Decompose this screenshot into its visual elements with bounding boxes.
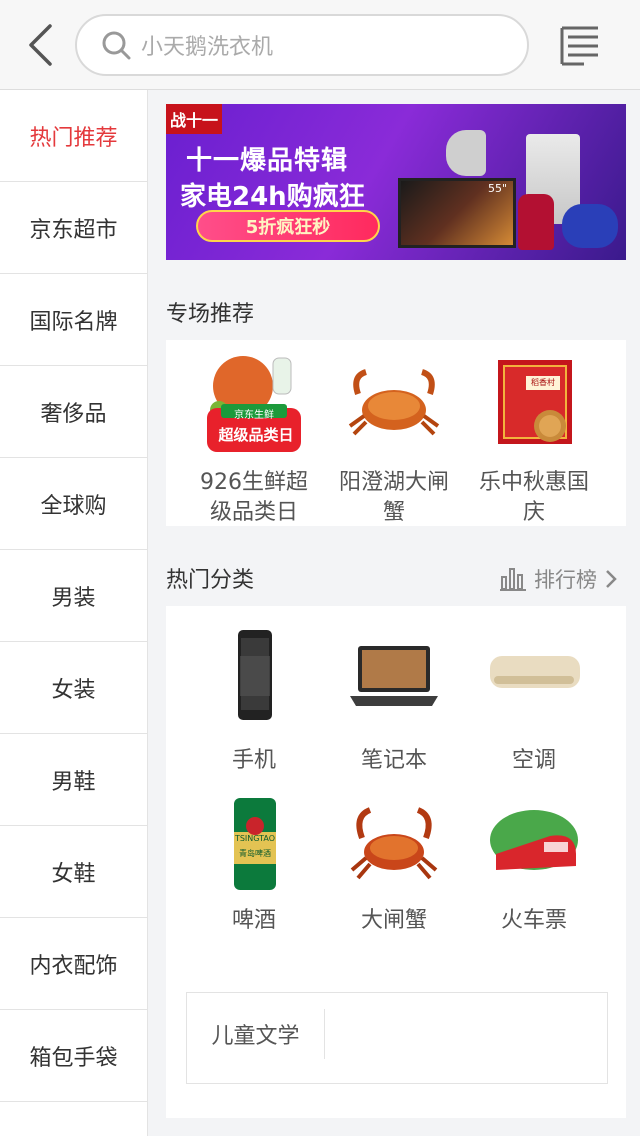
mooncake-box-icon [498,360,572,444]
sidebar-item-hot[interactable]: 热门推荐 [0,90,147,182]
special-item-mid-autumn[interactable]: 稻香村 乐中秋惠国庆 [464,354,604,528]
tag-box: 儿童文学 [186,992,608,1084]
special-item-label: 乐中秋惠国庆 [478,470,589,525]
hair-dryer-image [446,130,486,176]
laptop-thumb [344,626,444,722]
search-input[interactable]: 小天鹅洗衣机 [75,14,529,76]
sidebar-item-womenswear[interactable]: 女装 [0,642,147,734]
phone-thumb [204,626,304,722]
laptop-icon [350,646,438,706]
train-thumb [484,796,584,892]
sidebar-item-womens-shoes[interactable]: 女鞋 [0,826,147,918]
beer-thumb: TSINGTAO 青岛啤酒 [204,796,304,892]
ac-thumb [484,626,584,722]
hot-section-title: 热门分类 [166,568,255,593]
ranking-label: 排行榜 [534,568,597,592]
category-label: 啤酒 [231,908,276,933]
tag-childrens-literature[interactable]: 儿童文学 [187,1009,325,1059]
train-icon [490,810,578,870]
chevron-left-icon [29,24,52,66]
back-button[interactable] [18,20,62,70]
vacuum-image [562,204,618,248]
category-item-crab[interactable]: 大闸蟹 [324,796,464,936]
banner-cta-button[interactable]: 5折疯狂秒 [196,210,380,242]
main-content: 战十一 十一爆品特辑 家电24h购疯狂 5折疯狂秒 55" 专场推荐 京东生鲜 … [148,90,640,1136]
mooncake-brand: 稻香村 [531,378,555,387]
sidebar-item-underwear[interactable]: 内衣配饰 [0,918,147,1010]
list-icon [560,26,598,66]
crab-icon [350,807,438,880]
fresh-promo-image: 京东生鲜 超级品类日 [204,354,304,452]
phone-icon [238,630,272,720]
search-placeholder: 小天鹅洗衣机 [141,35,274,60]
tv-size-label: 55" [488,182,508,195]
category-item-train[interactable]: 火车票 [464,796,604,936]
banner-title: 十一爆品特辑 [186,146,349,176]
special-item-fresh[interactable]: 京东生鲜 超级品类日 926生鲜超 级品类日 [184,354,324,528]
category-label: 空调 [511,748,556,773]
category-label: 笔记本 [360,748,427,773]
beer-brand-cn: 青岛啤酒 [239,849,271,858]
category-label: 火车票 [500,908,567,933]
mooncake-promo-image: 稻香村 [484,354,584,450]
special-card: 京东生鲜 超级品类日 926生鲜超 级品类日 阳澄湖大闸蟹 稻香村 乐中秋惠国 … [166,340,626,526]
ranking-link[interactable]: 排行榜 [500,564,619,594]
sidebar-item-global[interactable]: 全球购 [0,458,147,550]
top-header: 小天鹅洗衣机 [0,0,640,90]
banner-badge: 战十一 [166,104,222,134]
special-section-title: 专场推荐 [166,302,255,327]
bar-chart-icon [500,568,526,591]
crab-icon [348,369,440,436]
category-label: 大闸蟹 [360,908,427,933]
beer-can-icon [234,798,276,890]
category-sidebar: 热门推荐 京东超市 国际名牌 奢侈品 全球购 男装 女装 男鞋 女鞋 内衣配饰 … [0,90,148,1136]
beer-brand: TSINGTAO [234,834,276,843]
category-label: 手机 [231,748,276,773]
category-item-ac[interactable]: 空调 [464,626,604,776]
special-item-label: 926生鲜超 级品类日 [200,470,308,525]
sidebar-item-bags[interactable]: 箱包手袋 [0,1010,147,1102]
sidebar-item-mens-shoes[interactable]: 男鞋 [0,734,147,826]
crab-thumb [344,796,444,892]
sidebar-item-menswear[interactable]: 男装 [0,550,147,642]
juicer-image [518,194,554,250]
menu-button[interactable] [556,22,604,68]
fresh-tag: 京东生鲜 [234,410,274,421]
category-item-phone[interactable]: 手机 [184,626,324,776]
sidebar-item-luxury[interactable]: 奢侈品 [0,366,147,458]
air-conditioner-icon [490,656,580,688]
category-item-beer[interactable]: TSINGTAO 青岛啤酒 啤酒 [184,796,324,936]
sidebar-item-jd-supermarket[interactable]: 京东超市 [0,182,147,274]
special-item-label: 阳澄湖大闸蟹 [338,470,449,525]
category-item-laptop[interactable]: 笔记本 [324,626,464,776]
crab-promo-image [344,354,444,450]
promo-banner[interactable]: 战十一 十一爆品特辑 家电24h购疯狂 5折疯狂秒 55" [166,104,626,260]
search-icon [102,31,131,60]
chevron-right-icon [606,570,617,588]
special-item-crab[interactable]: 阳澄湖大闸蟹 [324,354,464,528]
banner-subtitle: 家电24h购疯狂 [180,182,365,212]
fresh-tag2: 超级品类日 [218,426,294,444]
sidebar-item-intl-brands[interactable]: 国际名牌 [0,274,147,366]
